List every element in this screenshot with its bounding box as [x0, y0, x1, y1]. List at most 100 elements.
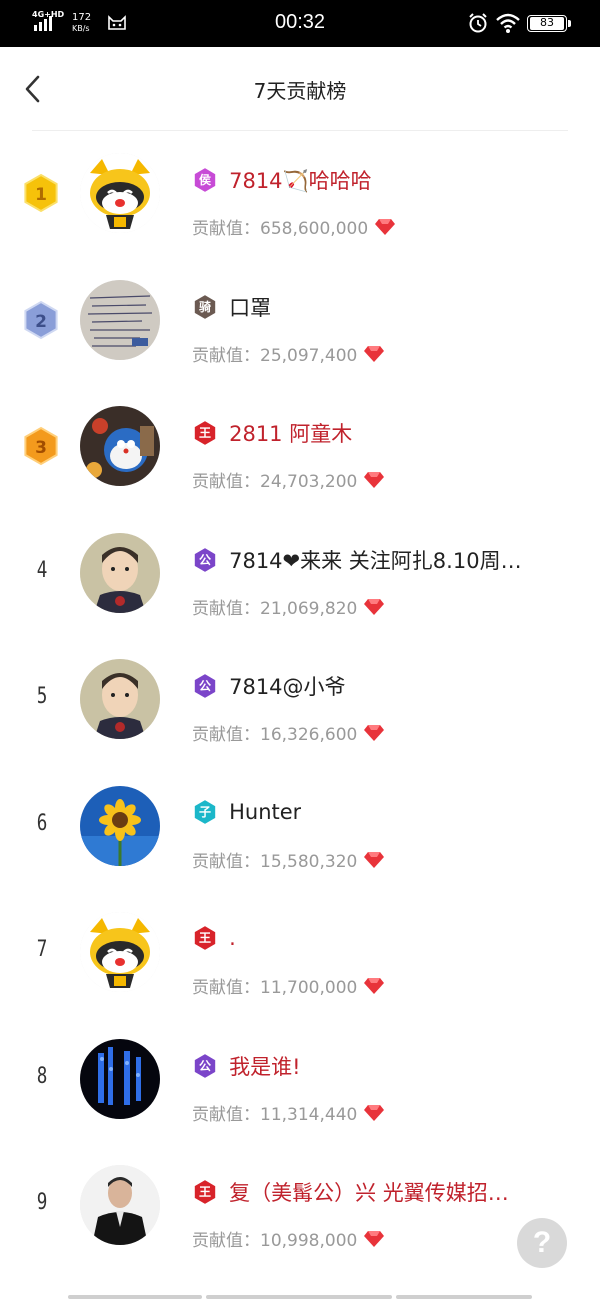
diamond-icon: [364, 978, 385, 994]
contribution-label: 贡献值：: [192, 598, 260, 619]
contribution-label: 贡献值：: [192, 725, 260, 745]
diamond-icon: [364, 345, 385, 362]
user-name[interactable]: 我是谁!: [229, 1051, 300, 1081]
rank-number: 1: [35, 185, 47, 205]
user-name-line: 公 我是谁!: [192, 1051, 562, 1081]
diamond-icon: [364, 851, 385, 868]
contribution-label: 贡献值：: [192, 1104, 260, 1125]
contribution-value: 658,600,000: [260, 219, 369, 239]
badge-label: 侯: [198, 173, 211, 187]
contribution-value: 25,097,400: [260, 345, 358, 366]
user-name[interactable]: 复（美髯公）兴 光翼传媒招…: [229, 1177, 509, 1207]
user-name[interactable]: 口罩: [229, 292, 271, 322]
noble-badge-icon: 王: [192, 1178, 218, 1206]
contribution-label: 贡献值：: [192, 472, 260, 492]
user-name-line: 子 Hunter: [192, 798, 562, 828]
user-name-line: 王 2811 阿童木: [192, 418, 562, 448]
badge-label: 王: [198, 426, 211, 440]
page-header: 7天贡献榜: [0, 47, 600, 131]
user-name-line: 骑 口罩: [192, 292, 562, 322]
battery-icon: 83: [527, 15, 571, 32]
contribution-label: 贡献值：: [192, 345, 260, 366]
battery-level: 83: [530, 17, 564, 30]
rank-medal-bronze-icon: 3: [24, 426, 58, 466]
ranking-row[interactable]: 1 侯 7814🏹哈哈哈 贡献值：658,600,000: [0, 131, 600, 258]
alarm-icon: [469, 13, 487, 33]
avatar[interactable]: [80, 659, 160, 739]
avatar[interactable]: [80, 406, 160, 486]
badge-label: 子: [198, 804, 211, 819]
rank-medal-gold-icon: 1: [24, 173, 58, 213]
avatar[interactable]: [80, 785, 160, 866]
contribution-value: 11,314,440: [260, 1104, 358, 1125]
user-name-line: 公 7814@小爷: [192, 671, 562, 701]
ranking-row[interactable]: 5 公 7814@小爷 贡献值：16,326,600: [0, 637, 600, 764]
contribution-line: 贡献值：658,600,000: [192, 214, 396, 239]
wifi-icon: [496, 13, 520, 33]
avatar[interactable]: [80, 532, 160, 613]
user-name[interactable]: 7814🏹哈哈哈: [229, 165, 372, 195]
noble-badge-icon: 骑: [192, 293, 218, 321]
contribution-label: 贡献值：: [192, 219, 260, 239]
diamond-icon: [375, 219, 396, 235]
user-name[interactable]: .: [229, 926, 236, 950]
rank-number: 2: [35, 312, 47, 332]
user-name[interactable]: Hunter: [229, 800, 301, 824]
contribution-line: 贡献值：24,703,200: [192, 467, 385, 492]
user-name[interactable]: 7814❤来来 关注阿扎8.10周…: [229, 545, 521, 575]
rank-number: 3: [35, 438, 47, 458]
noble-badge-icon: 侯: [192, 166, 218, 194]
help-button[interactable]: ?: [517, 1218, 567, 1268]
contribution-line: 贡献值：11,314,440: [192, 1100, 385, 1125]
user-name[interactable]: 2811 阿童木: [229, 418, 352, 448]
rank-number: 9: [36, 1190, 48, 1215]
ranking-row[interactable]: 3 王 2811 阿童木 贡献值：24,703,200: [0, 384, 600, 511]
avatar[interactable]: [80, 912, 160, 992]
badge-label: 公: [198, 1058, 211, 1073]
page-title: 7天贡献榜: [253, 79, 347, 103]
contribution-line: 贡献值：25,097,400: [192, 341, 385, 366]
ranking-row[interactable]: 8 公 我是谁! 贡献值：11,314,440: [0, 1017, 600, 1144]
ranking-row[interactable]: 4 公 7814❤来来 关注阿扎8.10周… 贡献值：21,069,820: [0, 511, 600, 638]
noble-badge-icon: 王: [192, 924, 218, 952]
contribution-line: 贡献值：10,998,000: [192, 1226, 385, 1251]
noble-badge-icon: 公: [192, 1052, 218, 1080]
noble-badge-icon: 公: [192, 546, 218, 574]
contribution-value: 11,700,000: [260, 978, 358, 998]
user-name-line: 王 复（美髯公）兴 光翼传媒招…: [192, 1177, 562, 1207]
avatar[interactable]: [80, 153, 160, 233]
badge-label: 骑: [198, 299, 211, 314]
contribution-value: 16,326,600: [260, 725, 358, 745]
avatar[interactable]: [80, 1165, 160, 1245]
user-name[interactable]: 7814@小爷: [229, 671, 345, 701]
diamond-icon: [364, 598, 385, 615]
diamond-icon: [364, 1231, 385, 1247]
noble-badge-icon: 王: [192, 419, 218, 447]
ranking-list: 1 侯 7814🏹哈哈哈 贡献值：658,600,000 2 骑 口罩 贡献值：…: [0, 131, 600, 1270]
user-name-line: 侯 7814🏹哈哈哈: [192, 165, 562, 195]
ranking-row[interactable]: 6 子 Hunter 贡献值：15,580,320: [0, 764, 600, 891]
contribution-label: 贡献值：: [192, 851, 260, 872]
avatar[interactable]: [80, 1038, 160, 1119]
ranking-row[interactable]: 9 王 复（美髯公）兴 光翼传媒招… 贡献值：10,998,000: [0, 1143, 600, 1270]
contribution-line: 贡献值：16,326,600: [192, 720, 385, 745]
badge-label: 王: [198, 1185, 211, 1199]
user-name-line: 公 7814❤来来 关注阿扎8.10周…: [192, 545, 562, 575]
rank-number: 6: [36, 810, 48, 836]
contribution-line: 贡献值：11,700,000: [192, 973, 385, 998]
status-bar: 4G+HD 172 KB/s 00:32 83: [0, 0, 600, 47]
noble-badge-icon: 子: [192, 798, 218, 826]
badge-label: 王: [198, 931, 211, 945]
contribution-label: 贡献值：: [192, 978, 260, 998]
rank-number: 7: [36, 937, 48, 962]
diamond-icon: [364, 1104, 385, 1121]
avatar[interactable]: [80, 279, 160, 360]
ranking-row[interactable]: 2 骑 口罩 贡献值：25,097,400: [0, 258, 600, 385]
contribution-value: 24,703,200: [260, 472, 358, 492]
badge-label: 公: [198, 552, 211, 567]
ranking-row[interactable]: 7 王 . 贡献值：11,700,000: [0, 890, 600, 1017]
contribution-value: 15,580,320: [260, 851, 358, 872]
noble-badge-icon: 公: [192, 672, 218, 700]
diamond-icon: [364, 472, 385, 488]
diamond-icon: [364, 725, 385, 741]
